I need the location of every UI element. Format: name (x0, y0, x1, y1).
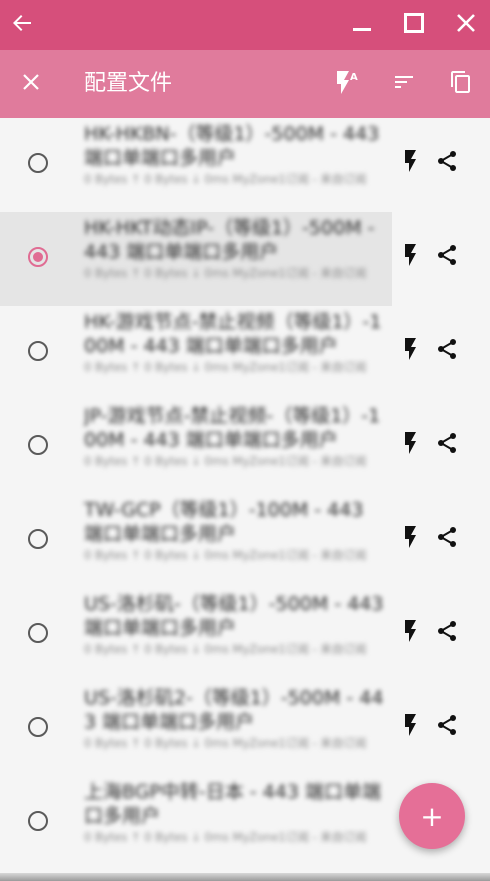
share-icon (435, 619, 459, 647)
profile-name: HK-HKBN-（等级1）-500M - 443 端口单端口多用户 (84, 123, 380, 169)
flash-auto-icon: A (333, 68, 361, 100)
copy-button[interactable] (436, 50, 486, 118)
back-button[interactable] (0, 0, 44, 50)
test-latency-button[interactable] (396, 244, 422, 270)
share-button[interactable] (434, 526, 460, 552)
maximize-icon (403, 12, 425, 38)
profile-name: JP-游戏节点-禁止视频-（等级1）-100M - 443 端口单端口多用户 (84, 405, 381, 451)
share-icon (435, 713, 459, 741)
radio-button[interactable] (28, 435, 48, 455)
flash-icon (398, 713, 420, 741)
close-icon (21, 72, 41, 96)
share-icon (435, 337, 459, 365)
share-icon (435, 149, 459, 177)
profile-name: HK-游戏节点-禁止视频（等级1）-100M - 443 端口单端口多用户 (84, 311, 382, 357)
bottom-edge (0, 873, 490, 881)
radio-button[interactable] (28, 341, 48, 361)
profile-stats: 0 Bytes ↑ 0 Bytes ↓ 0ms MyZone1订阅 - 来自订阅 (84, 266, 367, 280)
share-button[interactable] (434, 150, 460, 176)
flash-icon (398, 337, 420, 365)
profile-row[interactable]: HK-HKT动态IP-（等级1）-500M - 443 端口单端口多用户 0 B… (0, 212, 490, 306)
sort-icon (392, 70, 416, 98)
flash-icon (398, 431, 420, 459)
share-icon (435, 243, 459, 271)
profile-name: TW-GCP（等级1）-100M - 443 端口单端口多用户 (84, 499, 364, 545)
maximize-button[interactable] (392, 0, 436, 50)
window-close-button[interactable] (444, 0, 488, 50)
profile-name: HK-HKT动态IP-（等级1）-500M - 443 端口单端口多用户 (84, 217, 375, 263)
copy-icon (449, 70, 473, 98)
add-icon: + (420, 799, 444, 833)
profile-row[interactable]: HK-HKBN-（等级1）-500M - 443 端口单端口多用户 0 Byte… (0, 118, 490, 212)
close-profiles-button[interactable] (6, 50, 56, 118)
radio-button[interactable] (28, 717, 48, 737)
profile-row[interactable]: TW-GCP（等级1）-100M - 443 端口单端口多用户 0 Bytes … (0, 494, 490, 588)
share-button[interactable] (434, 432, 460, 458)
profile-row[interactable]: HK-游戏节点-禁止视频（等级1）-100M - 443 端口单端口多用户 0 … (0, 306, 490, 400)
profile-stats: 0 Bytes ↑ 0 Bytes ↓ 0ms MyZone1订阅 - 来自订阅 (84, 360, 367, 374)
profile-stats: 0 Bytes ↑ 0 Bytes ↓ 0ms MyZone1订阅 - 来自订阅 (84, 454, 367, 468)
profile-row[interactable]: JP-游戏节点-禁止视频-（等级1）-100M - 443 端口单端口多用户 0… (0, 400, 490, 494)
minimize-icon (351, 12, 373, 38)
test-latency-button[interactable] (396, 620, 422, 646)
page-title: 配置文件 (84, 71, 173, 96)
svg-text:A: A (350, 72, 358, 83)
flash-icon (398, 525, 420, 553)
profile-name: US-洛杉矶2-（等级1）-500M - 443 端口单端口多用户 (84, 687, 384, 733)
profile-list: HK-HKBN-（等级1）-500M - 443 端口单端口多用户 0 Byte… (0, 118, 490, 881)
flash-icon (398, 243, 420, 271)
test-latency-button[interactable] (396, 714, 422, 740)
arrow-left-icon (10, 11, 34, 39)
flash-icon (398, 619, 420, 647)
minimize-button[interactable] (340, 0, 384, 50)
profile-stats: 0 Bytes ↑ 0 Bytes ↓ 0ms MyZone1订阅 - 来自订阅 (84, 830, 367, 844)
add-profile-button[interactable]: + (399, 783, 465, 849)
test-latency-button[interactable] (396, 432, 422, 458)
radio-button[interactable] (28, 247, 48, 267)
close-icon (455, 12, 477, 38)
share-button[interactable] (434, 714, 460, 740)
test-latency-button[interactable] (396, 150, 422, 176)
profile-row[interactable]: US-洛杉矶2-（等级1）-500M - 443 端口单端口多用户 0 Byte… (0, 682, 490, 776)
radio-button[interactable] (28, 623, 48, 643)
share-button[interactable] (434, 338, 460, 364)
flash-icon (398, 149, 420, 177)
profile-row[interactable]: US-洛杉矶-（等级1）-500M - 443 端口单端口多用户 0 Bytes… (0, 588, 490, 682)
radio-button[interactable] (28, 153, 48, 173)
radio-button[interactable] (28, 811, 48, 831)
share-icon (435, 431, 459, 459)
profile-stats: 0 Bytes ↑ 0 Bytes ↓ 0ms MyZone1订阅 - 来自订阅 (84, 736, 367, 750)
auto-select-button[interactable]: A (322, 50, 372, 118)
app-toolbar: 配置文件 A (0, 50, 490, 118)
sort-button[interactable] (379, 50, 429, 118)
profile-stats: 0 Bytes ↑ 0 Bytes ↓ 0ms MyZone1订阅 - 来自订阅 (84, 548, 367, 562)
radio-button[interactable] (28, 529, 48, 549)
test-latency-button[interactable] (396, 526, 422, 552)
profile-stats: 0 Bytes ↑ 0 Bytes ↓ 0ms MyZone1订阅 - 来自订阅 (84, 172, 367, 186)
profile-name: 上海BGP中转-日本 - 443 端口单端口多用户 (84, 781, 381, 827)
share-button[interactable] (434, 244, 460, 270)
share-button[interactable] (434, 620, 460, 646)
share-icon (435, 525, 459, 553)
test-latency-button[interactable] (396, 338, 422, 364)
profile-name: US-洛杉矶-（等级1）-500M - 443 端口单端口多用户 (84, 593, 384, 639)
profile-stats: 0 Bytes ↑ 0 Bytes ↓ 0ms MyZone1订阅 - 来自订阅 (84, 642, 367, 656)
window-title-bar (0, 0, 490, 50)
